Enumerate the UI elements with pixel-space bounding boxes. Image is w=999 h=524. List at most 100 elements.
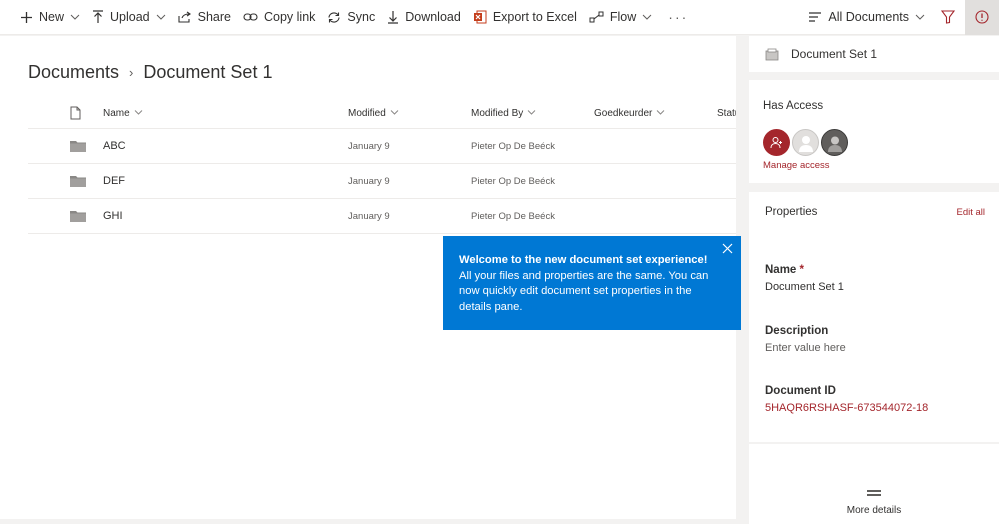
info-pane-button[interactable]: [965, 0, 999, 35]
has-access-label: Has Access: [763, 100, 824, 112]
folder-icon: [70, 141, 86, 152]
pane-title: Document Set 1: [791, 47, 878, 61]
folder-icon-cell: [28, 175, 103, 187]
access-avatars: [763, 129, 985, 156]
flow-label: Flow: [609, 10, 637, 24]
new-label: New: [39, 10, 65, 24]
list-header: Name Modified Modified By Goedkeurder St…: [28, 98, 736, 129]
chevron-down-icon: [527, 110, 536, 116]
folder-icon: [70, 176, 86, 187]
avatar[interactable]: [792, 129, 819, 156]
new-button[interactable]: New: [0, 0, 86, 35]
breadcrumb-root[interactable]: Documents: [28, 62, 119, 83]
view-lines-icon: [809, 12, 822, 22]
excel-icon: [473, 10, 487, 24]
person-photo-icon: [827, 136, 842, 152]
filter-icon: [941, 10, 955, 24]
pane-header: Document Set 1: [749, 36, 999, 72]
table-row[interactable]: ABC January 9 Pieter Op De Beéck: [28, 129, 736, 164]
chevron-down-icon: [915, 14, 925, 20]
upload-icon: [93, 10, 104, 23]
export-label: Export to Excel: [492, 10, 577, 24]
folder-icon: [70, 211, 86, 222]
document-list: Name Modified Modified By Goedkeurder St…: [28, 98, 736, 234]
table-row[interactable]: DEF January 9 Pieter Op De Beéck: [28, 164, 736, 199]
chevron-down-icon: [642, 14, 652, 20]
add-person-avatar[interactable]: [763, 129, 790, 156]
teaching-bubble: Welcome to the new document set experien…: [443, 236, 741, 330]
upload-button[interactable]: Upload: [86, 0, 172, 35]
bubble-body: All your files and properties are the sa…: [459, 269, 709, 313]
row-name[interactable]: DEF: [103, 175, 348, 187]
row-modified-by: Pieter Op De Beéck: [471, 210, 555, 222]
table-row[interactable]: GHI January 9 Pieter Op De Beéck: [28, 199, 736, 234]
chevron-down-icon: [657, 110, 665, 116]
avatar[interactable]: [821, 129, 848, 156]
document-set-icon: [765, 48, 779, 60]
name-label: Name *: [765, 264, 805, 276]
export-to-excel-button[interactable]: Export to Excel: [467, 0, 583, 35]
chevron-down-icon: [390, 110, 399, 116]
name-value[interactable]: Document Set 1: [765, 281, 844, 293]
bubble-title: Welcome to the new document set experien…: [459, 254, 708, 266]
flow-icon: [589, 11, 604, 23]
info-icon: [975, 10, 989, 24]
share-button[interactable]: Share: [172, 0, 237, 35]
column-header-modified[interactable]: Modified: [348, 108, 471, 119]
row-modified: January 9: [348, 175, 390, 187]
download-icon: [388, 11, 399, 24]
view-switcher[interactable]: All Documents: [802, 0, 931, 35]
grip-icon: [867, 490, 881, 496]
document-id-link[interactable]: 5HAQR6RSHASF-673544072-18: [765, 402, 928, 414]
folder-icon-cell: [28, 140, 103, 152]
sync-button[interactable]: Sync: [321, 0, 381, 35]
share-label: Share: [197, 10, 231, 24]
filter-button[interactable]: [931, 0, 965, 35]
breadcrumb: Documents › Document Set 1: [28, 62, 272, 83]
details-pane: Document Set 1 Has Access Manage access …: [749, 36, 999, 524]
chevron-down-icon: [156, 14, 165, 20]
more-actions-button[interactable]: ···: [658, 0, 698, 35]
download-button[interactable]: Download: [381, 0, 467, 35]
description-label: Description: [765, 325, 829, 337]
breadcrumb-current: Document Set 1: [143, 62, 273, 82]
manage-access-link[interactable]: Manage access: [763, 160, 985, 171]
plus-icon: [21, 11, 32, 23]
description-input[interactable]: Enter value here: [765, 342, 846, 354]
document-id-label: Document ID: [765, 385, 836, 397]
flow-button[interactable]: Flow: [583, 0, 658, 35]
column-header-goedkeurder[interactable]: Goedkeurder: [594, 108, 717, 119]
upload-label: Upload: [110, 10, 150, 24]
person-icon: [798, 135, 813, 152]
row-modified: January 9: [348, 210, 390, 222]
column-header-status[interactable]: Status: [717, 108, 736, 119]
description-field[interactable]: Description Enter value here: [765, 325, 846, 354]
download-label: Download: [405, 10, 461, 24]
properties-section: Properties Edit all Name * Document Set …: [749, 192, 999, 442]
column-header-modified-by[interactable]: Modified By: [471, 108, 594, 119]
name-field[interactable]: Name * Document Set 1: [765, 264, 844, 293]
row-modified-by: Pieter Op De Beéck: [471, 140, 555, 152]
row-modified: January 9: [348, 140, 390, 152]
row-name[interactable]: GHI: [103, 210, 348, 222]
column-header-name[interactable]: Name: [103, 108, 348, 119]
file-type-header[interactable]: [28, 106, 103, 120]
properties-header: Properties Edit all: [765, 206, 985, 218]
chevron-down-icon: [134, 110, 143, 116]
required-marker: *: [799, 264, 805, 276]
more-details-section[interactable]: More details: [749, 444, 999, 524]
folder-icon-cell: [28, 210, 103, 222]
link-icon: [243, 13, 258, 21]
row-name[interactable]: ABC: [103, 140, 348, 152]
copy-link-button[interactable]: Copy link: [237, 0, 321, 35]
close-icon[interactable]: [722, 243, 733, 254]
add-person-icon: [770, 137, 782, 149]
view-label: All Documents: [828, 10, 909, 24]
more-details-label: More details: [846, 505, 902, 516]
row-modified-by: Pieter Op De Beéck: [471, 175, 555, 187]
document-id-field: Document ID 5HAQR6RSHASF-673544072-18: [765, 385, 928, 414]
file-icon: [70, 106, 81, 120]
properties-label: Properties: [765, 206, 818, 218]
edit-all-link[interactable]: Edit all: [956, 207, 985, 218]
has-access-section: Has Access Manage access: [749, 80, 999, 183]
